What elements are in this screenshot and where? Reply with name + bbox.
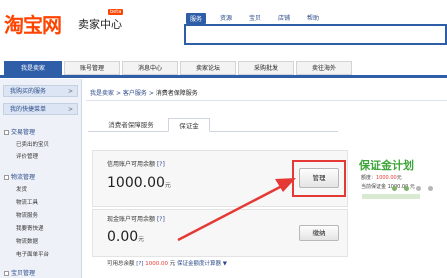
- arrow-head-icon: [275, 178, 296, 192]
- annotation-arrow: [177, 178, 296, 242]
